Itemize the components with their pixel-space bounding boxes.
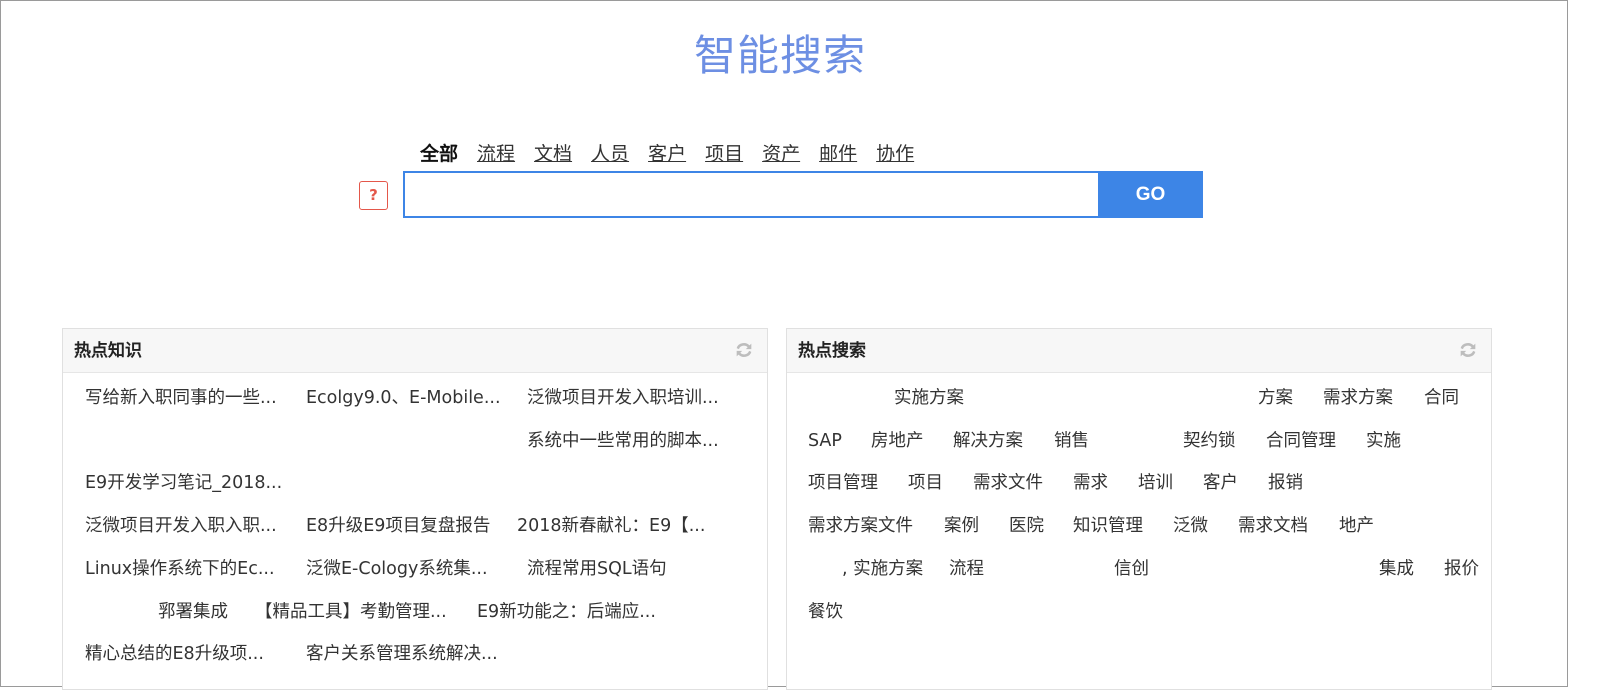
hot-knowledge-header: 热点知识 (63, 329, 767, 373)
hot-knowledge-title: 热点知识 (74, 341, 142, 361)
hot-search-header: 热点搜索 (787, 329, 1491, 373)
hot-search-tag[interactable]: 实施 (1366, 429, 1401, 453)
tab-assets[interactable]: 资产 (762, 141, 800, 167)
hot-search-tag[interactable]: 合同 (1424, 386, 1459, 410)
hot-search-tag[interactable]: 医院 (1009, 514, 1044, 538)
hot-knowledge-item[interactable]: Ecolgy9.0、E-Mobile... (306, 386, 501, 410)
tab-customers[interactable]: 客户 (648, 141, 686, 167)
hot-search-tag[interactable]: 需求文档 (1238, 514, 1308, 538)
hot-knowledge-item[interactable]: 2018新春献礼：E9【... (517, 514, 705, 538)
hot-search-panel: 热点搜索 实施方案 方案 需求方案 合同 SAP 房地产 解决方案 销售 契约锁… (786, 328, 1492, 690)
hot-search-tag[interactable]: 案例 (944, 514, 979, 538)
hot-search-tag[interactable]: 契约锁 (1183, 429, 1236, 453)
hot-knowledge-item[interactable]: Linux操作系统下的Ec... (85, 557, 275, 581)
refresh-icon[interactable] (733, 339, 755, 361)
hot-search-tag[interactable]: 报销 (1268, 471, 1303, 495)
hot-knowledge-item[interactable]: 郛署集成 (158, 600, 228, 624)
hot-knowledge-item[interactable]: 泛微项目开发入职培训... (527, 386, 719, 410)
hot-search-tag[interactable]: 泛微 (1173, 514, 1208, 538)
hot-knowledge-item[interactable]: 泛微项目开发入职入职... (85, 514, 277, 538)
hot-search-tag[interactable]: 实施方案 (894, 386, 964, 410)
hot-search-tag[interactable]: 地产 (1339, 514, 1374, 538)
hot-knowledge-item[interactable]: E9新功能之：后端应... (477, 600, 656, 624)
hot-search-tag[interactable]: 方案 (1258, 386, 1293, 410)
hot-search-title: 热点搜索 (798, 341, 866, 361)
hot-search-tag[interactable]: 需求 (1073, 471, 1108, 495)
page-title: 智能搜索 (693, 31, 866, 80)
hot-search-tag[interactable]: 培训 (1138, 471, 1173, 495)
hot-search-tag[interactable]: 信创 (1114, 557, 1149, 581)
hot-search-tag[interactable]: SAP (808, 429, 842, 453)
hot-search-tag[interactable]: 项目管理 (808, 471, 878, 495)
search-input[interactable] (403, 171, 1099, 218)
tab-workflow[interactable]: 流程 (477, 141, 515, 167)
tab-collaboration[interactable]: 协作 (876, 141, 914, 167)
hot-knowledge-item[interactable]: 精心总结的E8升级项... (85, 642, 264, 666)
hot-knowledge-item[interactable]: 客户关系管理系统解决... (306, 642, 498, 666)
hot-search-tag[interactable]: 销售 (1054, 429, 1089, 453)
hot-knowledge-item[interactable]: E9开发学习笔记_2018... (85, 471, 282, 495)
hot-search-tag[interactable]: 房地产 (871, 429, 924, 453)
hot-search-tag[interactable]: 集成 (1379, 557, 1414, 581)
help-icon[interactable]: ? (359, 181, 388, 210)
tab-all[interactable]: 全部 (420, 141, 458, 167)
hot-search-tag[interactable]: 需求方案文件 (808, 514, 913, 538)
hot-search-tag[interactable]: 流程 (949, 557, 984, 581)
refresh-icon[interactable] (1457, 339, 1479, 361)
tab-people[interactable]: 人员 (591, 141, 629, 167)
hot-knowledge-item[interactable]: 【精品工具】考勤管理... (255, 600, 447, 624)
tab-projects[interactable]: 项目 (705, 141, 743, 167)
hot-search-tag[interactable]: 项目 (908, 471, 943, 495)
hot-search-tag[interactable]: 餐饮 (808, 600, 843, 624)
hot-search-tag[interactable]: 客户 (1203, 471, 1238, 495)
hot-search-tag[interactable]: , 实施方案 (842, 557, 923, 581)
hot-knowledge-item[interactable]: 系统中一些常用的脚本... (527, 429, 719, 453)
hot-knowledge-item[interactable]: 流程常用SQL语句 (527, 557, 667, 581)
search-category-tabs: 全部 流程 文档 人员 客户 项目 资产 邮件 协作 (420, 141, 933, 167)
hot-search-tag[interactable]: 报价 (1444, 557, 1479, 581)
hot-search-tag[interactable]: 解决方案 (953, 429, 1023, 453)
hot-search-tag[interactable]: 知识管理 (1073, 514, 1143, 538)
hot-knowledge-item[interactable]: E8升级E9项目复盘报告 (306, 514, 490, 538)
hot-knowledge-panel: 热点知识 写给新入职同事的一些... Ecolgy9.0、E-Mobile...… (62, 328, 768, 690)
hot-knowledge-item[interactable]: 写给新入职同事的一些... (85, 386, 277, 410)
hot-search-tag[interactable]: 需求文件 (973, 471, 1043, 495)
tab-documents[interactable]: 文档 (534, 141, 572, 167)
hot-knowledge-item[interactable]: 泛微E-Cology系统集... (306, 557, 488, 581)
go-button[interactable]: GO (1098, 171, 1203, 218)
hot-search-tag[interactable]: 合同管理 (1266, 429, 1336, 453)
hot-search-tag[interactable]: 需求方案 (1323, 386, 1393, 410)
tab-mail[interactable]: 邮件 (819, 141, 857, 167)
